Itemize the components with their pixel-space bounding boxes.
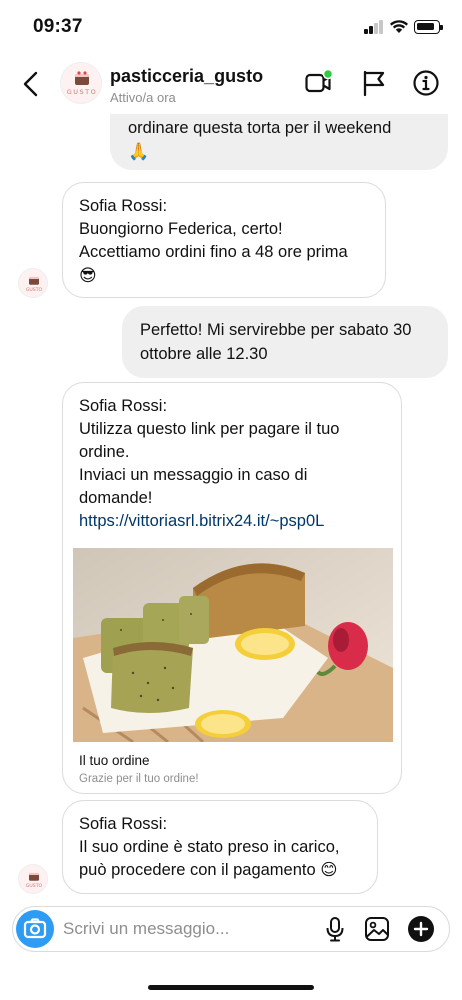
status-bar: 09:37 — [0, 0, 462, 52]
camera-button[interactable] — [16, 910, 54, 948]
svg-text:GUSTO: GUSTO — [26, 883, 43, 889]
sender-name: Sofia Rossi: — [79, 397, 168, 415]
sender-name: Sofia Rossi: — [79, 197, 168, 215]
card-subtitle: Grazie per il tuo ordine! — [79, 773, 199, 785]
signal-icon — [364, 20, 384, 34]
cake-photo[interactable] — [73, 548, 393, 742]
message-emoji: 🙏 — [128, 142, 150, 161]
gallery-icon[interactable] — [363, 915, 391, 943]
message-input[interactable] — [63, 917, 313, 941]
message-text: ordine. — [79, 443, 130, 461]
message-text: Il suo ordine è stato preso in carico, — [79, 838, 340, 856]
message-text: Buongiorno Federica, certo! — [79, 220, 283, 238]
back-icon[interactable] — [20, 70, 42, 98]
message-text: Inviaci un messaggio in caso di — [79, 466, 308, 484]
message-text: può procedere con il pagamento 😊 — [79, 861, 338, 879]
incoming-message[interactable]: Sofia Rossi: Utilizza questo link per pa… — [62, 382, 402, 794]
incoming-message[interactable]: Sofia Rossi: Buongiorno Federica, certo!… — [62, 182, 386, 298]
svg-text:GUSTO: GUSTO — [26, 287, 43, 293]
flag-icon[interactable] — [360, 69, 388, 97]
message-emoji: 😎 — [79, 266, 97, 285]
wifi-icon — [390, 20, 408, 33]
info-icon[interactable] — [412, 69, 440, 97]
outgoing-message[interactable]: ordinare questa torta per il weekend 🙏 — [110, 114, 448, 170]
message-text: domande! — [79, 489, 153, 507]
message-composer — [12, 906, 450, 952]
message-text: Utilizza questo link per pagare il tuo — [79, 420, 340, 438]
avatar[interactable]: GUSTO — [60, 62, 102, 104]
camera-icon — [23, 918, 47, 939]
online-dot — [322, 69, 332, 80]
microphone-icon[interactable] — [321, 915, 349, 943]
avatar[interactable]: GUSTO — [18, 864, 48, 894]
message-text: Perfetto! Mi servirebbe per sabato 30 — [140, 321, 412, 339]
outgoing-message[interactable]: Perfetto! Mi servirebbe per sabato 30 ot… — [122, 306, 448, 378]
message-list[interactable]: ordinare questa torta per il weekend 🙏 S… — [0, 114, 462, 904]
message-text: ottobre alle 12.30 — [140, 345, 268, 363]
svg-text:GUSTO: GUSTO — [67, 88, 98, 96]
video-call-icon[interactable] — [304, 69, 332, 97]
page-title[interactable]: pasticceria_gusto — [110, 66, 263, 87]
sender-name: Sofia Rossi: — [79, 815, 168, 833]
home-indicator[interactable] — [148, 985, 314, 990]
status-time: 09:37 — [33, 16, 83, 37]
shop-logo-icon: GUSTO — [19, 269, 47, 297]
add-icon[interactable] — [407, 915, 435, 943]
payment-link[interactable]: https://vittoriasrl.bitrix24.it/~psp0L — [79, 510, 385, 533]
shop-logo-icon: GUSTO — [19, 865, 47, 893]
message-text: ordinare questa torta per il weekend — [128, 119, 392, 137]
avatar[interactable]: GUSTO — [18, 268, 48, 298]
cake-image — [73, 548, 393, 742]
chat-header: GUSTO pasticceria_gusto Attivo/a ora — [0, 52, 462, 114]
incoming-message[interactable]: Sofia Rossi: Il suo ordine è stato preso… — [62, 800, 378, 894]
active-status: Attivo/a ora — [110, 90, 176, 105]
shop-logo-icon: GUSTO — [62, 64, 101, 103]
battery-icon — [414, 20, 443, 34]
message-text: Accettiamo ordini fino a 48 ore prima — [79, 243, 348, 261]
